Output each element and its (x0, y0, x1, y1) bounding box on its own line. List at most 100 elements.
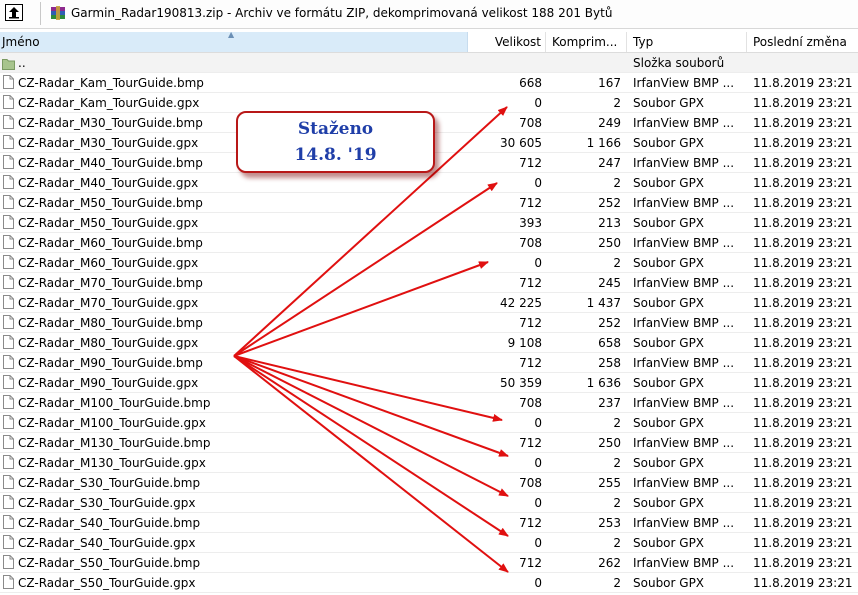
file-row[interactable]: CZ-Radar_S30_TourGuide.bmp 708 255 IrfanVie… (0, 473, 858, 493)
file-size: 0 (534, 456, 542, 470)
file-modified: 11.8.2019 23:21 (753, 556, 853, 570)
file-type: Soubor GPX (633, 176, 705, 190)
file-compressed-size: 2 (613, 256, 621, 270)
column-header-size[interactable]: Velikost (468, 32, 546, 52)
file-modified: 11.8.2019 23:21 (753, 256, 853, 270)
file-type: Soubor GPX (633, 216, 705, 230)
file-size: 708 (519, 476, 542, 490)
file-size: 712 (519, 156, 542, 170)
file-size: 50 359 (500, 376, 542, 390)
file-row[interactable]: CZ-Radar_M130_TourGuide.gpx 0 2 Soubor GPX 1… (0, 453, 858, 473)
file-type: Soubor GPX (633, 496, 705, 510)
file-row[interactable]: CZ-Radar_M80_TourGuide.gpx 9 108 658 Soubor… (0, 333, 858, 353)
file-size: 9 108 (507, 336, 542, 350)
file-row[interactable]: CZ-Radar_M90_TourGuide.bmp 712 258 IrfanVie… (0, 353, 858, 373)
file-size: 0 (534, 536, 542, 550)
file-size: 712 (519, 196, 542, 210)
file-modified: 11.8.2019 23:21 (753, 316, 853, 330)
column-header-name-label: Jméno (2, 35, 40, 49)
file-compressed-size: 1 437 (586, 296, 621, 310)
file-size: 668 (519, 76, 542, 90)
file-row[interactable]: CZ-Radar_M50_TourGuide.gpx 393 213 Soubor G… (0, 213, 858, 233)
file-compressed-size: 2 (613, 416, 621, 430)
file-type: IrfanView BMP ... (633, 356, 735, 370)
file-compressed-size: 2 (613, 576, 621, 590)
file-type: IrfanView BMP ... (633, 556, 735, 570)
file-name: CZ-Radar_M50_TourGuide.bmp (18, 196, 203, 210)
file-row[interactable]: CZ-Radar_M130_TourGuide.bmp 712 250 IrfanVi… (0, 433, 858, 453)
file-name: CZ-Radar_M70_TourGuide.gpx (18, 296, 199, 310)
column-header-type[interactable]: Typ (627, 32, 747, 52)
sort-ascending-icon: ▲ (228, 32, 235, 39)
file-compressed-size: 213 (598, 216, 621, 230)
file-modified: 11.8.2019 23:21 (753, 436, 853, 450)
file-modified: 11.8.2019 23:21 (753, 116, 853, 130)
file-size: 712 (519, 436, 542, 450)
file-modified: 11.8.2019 23:21 (753, 396, 853, 410)
file-row[interactable]: CZ-Radar_S40_TourGuide.bmp 712 253 IrfanVie… (0, 513, 858, 533)
column-header-compressed[interactable]: Komprim... (546, 32, 627, 52)
file-row[interactable]: CZ-Radar_S30_TourGuide.gpx 0 2 Soubor GPX 11… (0, 493, 858, 513)
file-modified: 11.8.2019 23:21 (753, 96, 853, 110)
file-row[interactable]: CZ-Radar_M100_TourGuide.bmp 708 237 IrfanVi… (0, 393, 858, 413)
file-size: 0 (534, 256, 542, 270)
file-size: 0 (534, 96, 542, 110)
file-row[interactable]: CZ-Radar_M60_TourGuide.bmp 708 250 IrfanVie… (0, 233, 858, 253)
file-modified: 11.8.2019 23:21 (753, 516, 853, 530)
file-compressed-size: 2 (613, 176, 621, 190)
file-compressed-size: 247 (598, 156, 621, 170)
file-row[interactable]: CZ-Radar_S50_TourGuide.bmp 712 262 IrfanVie… (0, 553, 858, 573)
file-row[interactable]: CZ-Radar_S50_TourGuide.gpx 0 2 Soubor GPX 11… (0, 573, 858, 593)
file-type: Soubor GPX (633, 576, 705, 590)
file-row[interactable]: CZ-Radar_M60_TourGuide.gpx 0 2 Soubor GPX 11… (0, 253, 858, 273)
file-name: CZ-Radar_S30_TourGuide.gpx (18, 496, 196, 510)
file-compressed-size: 1 166 (586, 136, 621, 150)
archive-title: Garmin_Radar190813.zip - Archiv ve formá… (71, 6, 613, 20)
file-size: 712 (519, 516, 542, 530)
file-row[interactable]: CZ-Radar_Kam_TourGuide.gpx 0 2 Soubor GPX 11… (0, 93, 858, 113)
file-row[interactable]: CZ-Radar_M70_TourGuide.bmp 712 245 IrfanVie… (0, 273, 858, 293)
column-header-modified[interactable]: Poslední změna (747, 32, 858, 52)
file-row[interactable]: CZ-Radar_M80_TourGuide.bmp 712 252 IrfanVie… (0, 313, 858, 333)
file-name: CZ-Radar_M100_TourGuide.gpx (18, 416, 206, 430)
file-row[interactable]: CZ-Radar_M90_TourGuide.gpx 50 359 1 636 Sou… (0, 373, 858, 393)
file-name: CZ-Radar_S30_TourGuide.bmp (18, 476, 201, 490)
file-row[interactable]: CZ-Radar_S40_TourGuide.gpx 0 2 Soubor GPX 11… (0, 533, 858, 553)
file-compressed-size: 253 (598, 516, 621, 530)
file-size: 30 605 (500, 136, 542, 150)
file-modified: 11.8.2019 23:21 (753, 456, 853, 470)
column-header-name[interactable]: ▲ Jméno (0, 32, 468, 52)
file-compressed-size: 258 (598, 356, 621, 370)
file-type: IrfanView BMP ... (633, 236, 735, 250)
file-type: Soubor GPX (633, 256, 705, 270)
file-row[interactable]: CZ-Radar_M50_TourGuide.bmp 712 252 IrfanVie… (0, 193, 858, 213)
file-row[interactable]: CZ-Radar_M40_TourGuide.gpx 0 2 Soubor GPX 11… (0, 173, 858, 193)
file-modified: 11.8.2019 23:21 (753, 536, 853, 550)
file-modified: 11.8.2019 23:21 (753, 296, 853, 310)
file-type: IrfanView BMP ... (633, 156, 735, 170)
file-size: 712 (519, 356, 542, 370)
file-size: 708 (519, 116, 542, 130)
toolbar-divider (40, 2, 41, 25)
file-name: CZ-Radar_M130_TourGuide.bmp (18, 436, 211, 450)
file-modified: 11.8.2019 23:21 (753, 496, 853, 510)
file-modified: 11.8.2019 23:21 (753, 336, 853, 350)
file-modified: 11.8.2019 23:21 (753, 76, 853, 90)
parent-folder-row[interactable]: .. Složka souborů (0, 53, 858, 73)
file-row[interactable]: CZ-Radar_M70_TourGuide.gpx 42 225 1 437 Sou… (0, 293, 858, 313)
file-name: CZ-Radar_M50_TourGuide.gpx (18, 216, 199, 230)
file-name: CZ-Radar_M80_TourGuide.bmp (18, 316, 203, 330)
file-compressed-size: 167 (598, 76, 621, 90)
file-compressed-size: 2 (613, 536, 621, 550)
file-type: IrfanView BMP ... (633, 116, 735, 130)
file-compressed-size: 245 (598, 276, 621, 290)
file-size: 393 (519, 216, 542, 230)
up-folder-icon[interactable] (5, 4, 23, 21)
file-modified: 11.8.2019 23:21 (753, 196, 853, 210)
file-row[interactable]: CZ-Radar_Kam_TourGuide.bmp 668 167 IrfanVie… (0, 73, 858, 93)
file-name: CZ-Radar_M60_TourGuide.gpx (18, 256, 199, 270)
file-row[interactable]: CZ-Radar_M100_TourGuide.gpx 0 2 Soubor GPX 1… (0, 413, 858, 433)
file-compressed-size: 2 (613, 456, 621, 470)
file-compressed-size: 252 (598, 316, 621, 330)
file-size: 712 (519, 316, 542, 330)
